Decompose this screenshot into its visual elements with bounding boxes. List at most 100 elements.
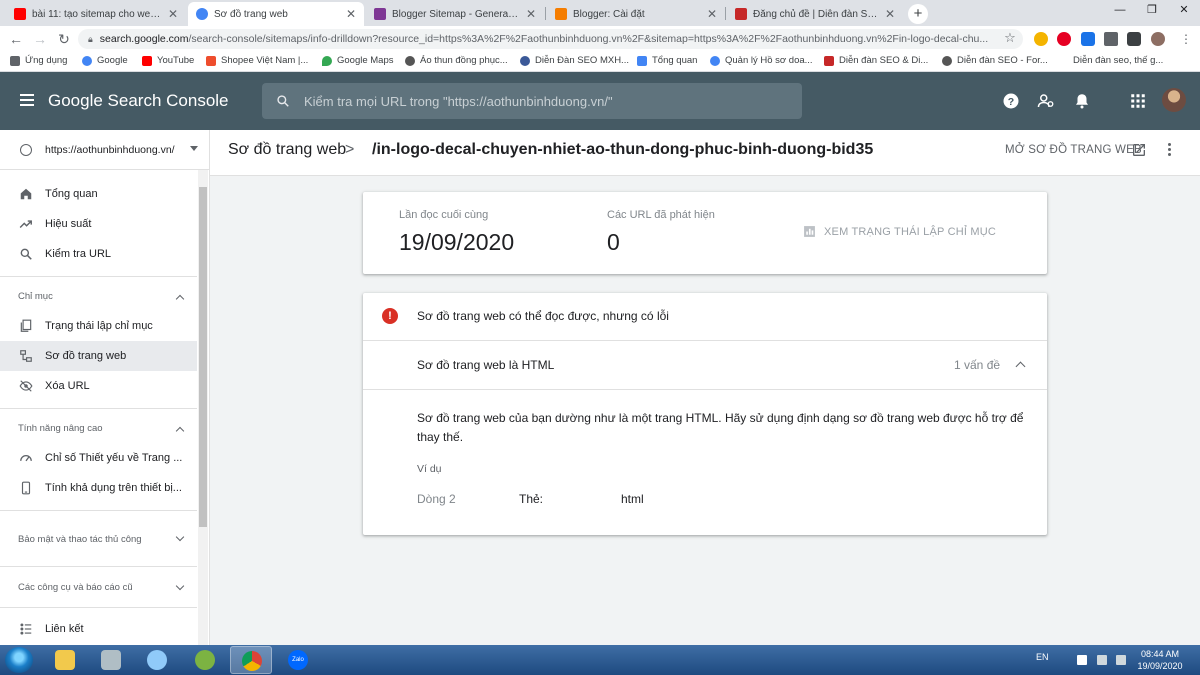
sidebar-item-label: Tính khả dụng trên thiết bị...: [45, 482, 182, 494]
extension-icon[interactable]: [1081, 32, 1095, 46]
bookmark-label: Tổng quan: [652, 55, 698, 66]
close-icon[interactable]: ✕: [346, 7, 356, 21]
sidebar-item-mobile-usability[interactable]: Tính khả dụng trên thiết bị...: [0, 473, 197, 503]
reading-list-icon[interactable]: [1127, 32, 1141, 46]
section-enhancements[interactable]: Tính năng nâng cao: [0, 421, 197, 436]
more-options-icon[interactable]: [1168, 143, 1172, 158]
profile-avatar[interactable]: [1151, 32, 1165, 46]
restore-button[interactable]: ❐: [1136, 0, 1168, 22]
language-indicator[interactable]: EN: [1036, 652, 1049, 662]
close-icon[interactable]: ✕: [885, 7, 895, 21]
browser-tab[interactable]: bài 11: tạo sitemap cho website bằ ✕: [6, 2, 186, 26]
taskbar-chrome[interactable]: [230, 646, 272, 674]
help-icon[interactable]: ?: [1002, 92, 1020, 110]
taskbar-app[interactable]: [184, 646, 226, 674]
calculator-icon: [101, 650, 121, 670]
bookmark-maps[interactable]: Google Maps: [322, 55, 394, 66]
notifications-icon[interactable]: [1073, 92, 1091, 110]
taskbar-calculator[interactable]: [90, 646, 132, 674]
scrollbar-thumb[interactable]: [199, 187, 207, 527]
volume-icon[interactable]: [1116, 655, 1126, 665]
sidebar-item-url-inspection[interactable]: Kiểm tra URL: [0, 239, 197, 269]
bookmark-youtube[interactable]: YouTube: [142, 55, 194, 66]
forum-icon: [735, 8, 747, 20]
bookmark-label: Diễn đàn seo, thế g...: [1073, 55, 1164, 66]
issue-row[interactable]: Sơ đồ trang web là HTML 1 vấn đề: [363, 341, 1047, 390]
forum-icon: [520, 55, 530, 66]
chrome-menu-icon[interactable]: ⋮: [1176, 30, 1196, 48]
sidebar-scrollbar[interactable]: [198, 170, 208, 645]
last-read-label: Lần đọc cuối cùng: [399, 209, 489, 221]
bookmark-seo-for[interactable]: Diễn đàn SEO - For...: [942, 55, 1048, 66]
bookmark-label: Diễn đàn SEO & Di...: [839, 55, 929, 66]
section-security[interactable]: Bảo mật và thao tác thủ công: [0, 523, 197, 555]
bookmark-shopee[interactable]: Shopee Việt Nam |...: [206, 55, 308, 66]
trending-icon: [18, 216, 34, 232]
section-legacy[interactable]: Các công cụ và báo cáo cũ: [0, 580, 197, 595]
sidebar-item-coverage[interactable]: Trạng thái lập chỉ mục: [0, 311, 197, 341]
page-title: /in-logo-decal-chuyen-nhiet-ao-thun-dong…: [372, 141, 874, 158]
youtube-icon: [142, 55, 152, 66]
bookmark-google[interactable]: Google: [82, 55, 128, 66]
minimize-button[interactable]: —: [1104, 0, 1136, 22]
breadcrumb-sitemaps[interactable]: Sơ đồ trang web: [228, 141, 346, 159]
see-index-coverage-button[interactable]: XEM TRẠNG THÁI LẬP CHỈ MỤC: [803, 225, 996, 238]
bookmark-star-icon[interactable]: ☆: [1000, 29, 1020, 47]
section-index[interactable]: Chỉ mục: [0, 289, 197, 304]
browser-tab-active[interactable]: Sơ đồ trang web ✕: [188, 2, 364, 26]
taskbar-paint[interactable]: [136, 646, 178, 674]
sidebar-item-removals[interactable]: Xóa URL: [0, 371, 197, 401]
new-tab-button[interactable]: +: [908, 4, 928, 24]
window-close-button[interactable]: ✕: [1168, 0, 1200, 22]
property-selector[interactable]: https://aothunbinhduong.vn/: [0, 130, 209, 170]
forward-button[interactable]: →: [30, 30, 50, 48]
error-summary-text: Sơ đồ trang web có thể đọc được, nhưng c…: [417, 309, 669, 323]
account-avatar[interactable]: [1162, 88, 1186, 112]
bookmark-seo-mxh[interactable]: Diễn Đàn SEO MXH...: [520, 55, 629, 66]
browser-tab[interactable]: Blogger: Cài đặt ✕: [547, 2, 725, 26]
bookmark-label: YouTube: [157, 55, 195, 66]
menu-icon[interactable]: [20, 94, 34, 106]
pinterest-icon[interactable]: [1057, 32, 1071, 46]
network-icon[interactable]: [1097, 655, 1107, 665]
taskbar-explorer[interactable]: [44, 646, 86, 674]
section-label: Chỉ mục: [18, 291, 53, 302]
address-bar[interactable]: 🔒︎ search.google.com /search-console/sit…: [78, 29, 1023, 49]
bookmark-seo-forum[interactable]: Diễn đàn SEO & Di...: [824, 55, 928, 66]
extension-icon[interactable]: [1034, 32, 1048, 46]
action-center-icon[interactable]: [1077, 655, 1087, 665]
bookmark-aothun[interactable]: Áo thun đồng phục...: [405, 55, 508, 66]
apps-grid-icon[interactable]: [1129, 92, 1147, 110]
bookmark-business-profile[interactable]: Quản lý Hồ sơ doa...: [710, 55, 813, 66]
chevron-up-icon[interactable]: [1015, 361, 1026, 372]
taskbar-zalo[interactable]: Zalo: [277, 646, 319, 674]
sidebar-item-links[interactable]: Liên kết: [0, 614, 197, 644]
sidebar-item-overview[interactable]: Tổng quan: [0, 179, 197, 209]
property-url: https://aothunbinhduong.vn/: [45, 143, 175, 156]
sidebar-item-performance[interactable]: Hiệu suất: [0, 209, 197, 239]
lock-icon: 🔒︎: [88, 33, 93, 44]
bookmark-seo-world[interactable]: Diễn đàn seo, thế g...: [1073, 55, 1163, 66]
sidebar-item-sitemaps[interactable]: Sơ đồ trang web: [0, 341, 197, 371]
section-label: Tính năng nâng cao: [18, 423, 103, 434]
folder-icon: [55, 650, 75, 670]
puzzle-icon[interactable]: [1104, 32, 1118, 46]
open-sitemap-button[interactable]: MỞ SƠ ĐỒ TRANG WEB: [1005, 144, 1142, 156]
error-summary-row: ! Sơ đồ trang web có thể đọc được, nhưng…: [363, 293, 1047, 341]
back-button[interactable]: ←: [6, 30, 26, 48]
start-button[interactable]: [5, 647, 33, 673]
browser-tab[interactable]: Blogger Sitemap - Generate XML ✕: [366, 2, 544, 26]
bookmark-apps[interactable]: Ứng dụng: [10, 55, 67, 66]
browser-tab[interactable]: Đăng chủ đề | Diễn đàn SEO & D ✕: [727, 2, 903, 26]
bookmark-overview[interactable]: Tổng quan: [637, 55, 697, 66]
reload-button[interactable]: ↻: [54, 30, 74, 48]
manage-users-icon[interactable]: [1037, 92, 1055, 110]
sidebar-item-label: Tổng quan: [45, 188, 98, 200]
sidebar-item-core-web-vitals[interactable]: Chỉ số Thiết yếu về Trang ...: [0, 443, 197, 473]
close-icon[interactable]: ✕: [707, 7, 717, 21]
open-in-new-icon[interactable]: [1131, 142, 1147, 158]
close-icon[interactable]: ✕: [168, 7, 178, 21]
taskbar-clock[interactable]: 08:44 AM 19/09/2020: [1134, 648, 1186, 672]
close-icon[interactable]: ✕: [526, 7, 536, 21]
url-inspection-search[interactable]: Kiểm tra mọi URL trong "https://aothunbi…: [262, 83, 802, 119]
